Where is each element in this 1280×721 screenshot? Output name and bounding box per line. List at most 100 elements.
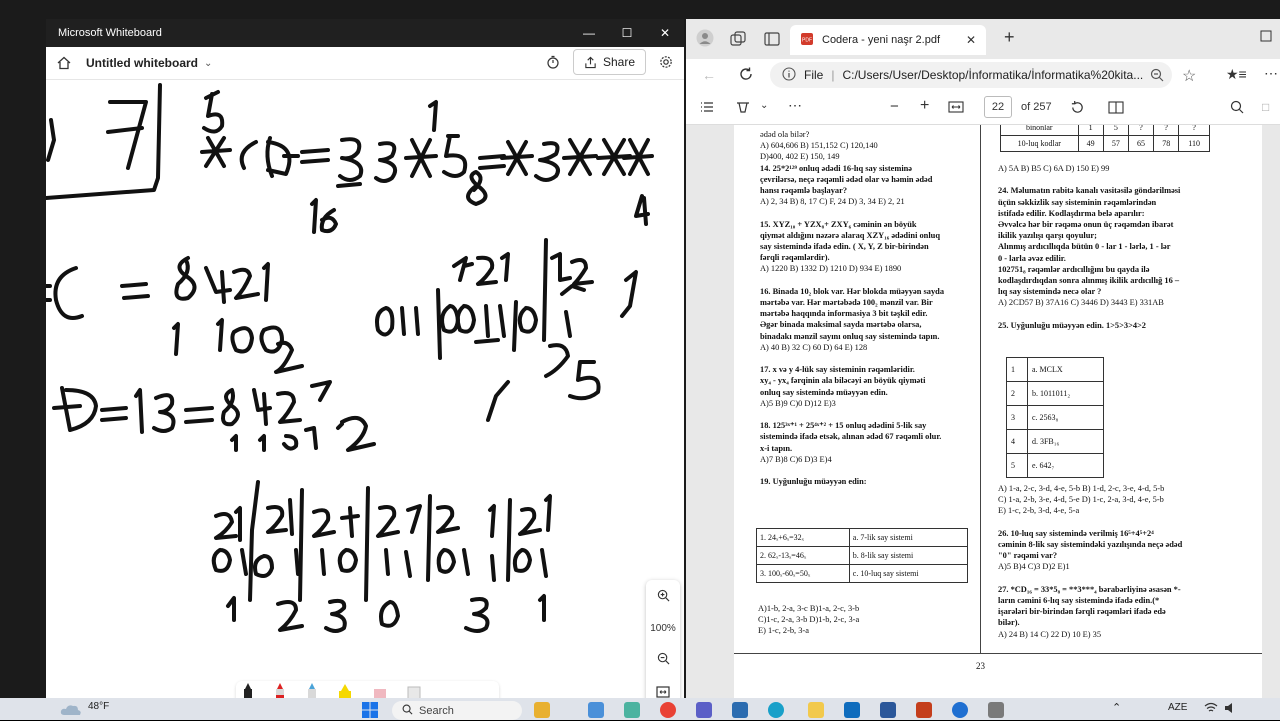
pdf-viewport[interactable]: ədəd ola bilər? A) 604,606 B) 151,152 C) … xyxy=(686,125,1280,698)
pen-black-icon[interactable] xyxy=(244,683,252,698)
pdf-text-line: 24. Məlumatın rabitə kanalı vasitəsilə g… xyxy=(998,186,1181,196)
table-cell: ? xyxy=(1153,125,1180,136)
draw-chevron-icon[interactable]: ⌄ xyxy=(760,100,768,111)
table-row: 2. 62ₓ-13ₓ=46ₓ b. 8-lik say sistemi xyxy=(756,546,969,565)
teams-app-icon[interactable] xyxy=(696,702,712,718)
page-number-input[interactable]: 22 xyxy=(984,96,1012,118)
zoom-out-icon[interactable] xyxy=(657,652,670,668)
pdf-toolbar: ⌄ ⋯ − + 22 of 257 □ xyxy=(686,91,1280,125)
table-cell: ? xyxy=(1127,125,1155,136)
draw-icon[interactable] xyxy=(736,100,750,117)
weather-temp[interactable]: 48°F xyxy=(88,701,109,712)
start-icon[interactable] xyxy=(362,702,378,718)
profile-icon[interactable] xyxy=(696,29,714,52)
table-cell: d. 3FB₁₆ xyxy=(1026,429,1105,454)
wifi-icon[interactable] xyxy=(1204,702,1218,717)
tab-pdf[interactable]: PDF Codera - yeni naşr 2.pdf ✕ xyxy=(790,25,986,55)
whiteboard-titlebar: Microsoft Whiteboard — ☐ ✕ xyxy=(46,19,684,47)
maximize-icon[interactable]: ☐ xyxy=(608,19,646,47)
app-icon[interactable] xyxy=(916,702,932,718)
pdf-text-line: 14. 25*2¹²⁹ onluq ədədi 16-lıq say siste… xyxy=(760,163,913,173)
whiteboard-canvas[interactable]: 100% xyxy=(46,80,684,698)
pdf-more-icon[interactable]: ⋯ xyxy=(788,97,802,114)
close-icon[interactable]: ✕ xyxy=(646,19,684,47)
minimize-icon[interactable]: — xyxy=(570,19,608,47)
workspaces-icon[interactable] xyxy=(730,31,746,52)
address-bar[interactable]: File | C:/Users/User/Desktop/İnformatika… xyxy=(770,62,1172,88)
files-app-icon[interactable] xyxy=(588,702,604,718)
board-name[interactable]: Untitled whiteboard xyxy=(86,56,198,70)
chrome-app-icon[interactable] xyxy=(660,702,676,718)
table-cell: a. MCLX xyxy=(1026,357,1105,382)
pdf-right-answers: A) 1-a, 2-c, 3-d, 4-e, 5-b B) 1-d, 2-c, … xyxy=(998,483,1258,640)
edge-app-icon[interactable] xyxy=(768,702,784,718)
zoom-page-icon[interactable] xyxy=(1150,68,1164,87)
contents-icon[interactable] xyxy=(700,101,714,116)
zoom-in-icon[interactable] xyxy=(657,589,670,605)
url-separator: | xyxy=(831,68,835,82)
table-cell: 57 xyxy=(1102,135,1129,152)
settings-app-icon[interactable] xyxy=(988,702,1004,718)
tray-chevron-icon[interactable]: ⌃ xyxy=(1112,701,1121,714)
copilot-app-icon[interactable] xyxy=(624,702,640,718)
refresh-icon[interactable] xyxy=(738,66,754,87)
table-cell: binonlar xyxy=(1000,125,1079,136)
maximize-browser-icon[interactable] xyxy=(1260,29,1272,47)
chevron-down-icon[interactable]: ⌄ xyxy=(204,58,212,69)
explorer-app-icon[interactable] xyxy=(808,702,824,718)
pdf-text-line: 27. *CD₁₆ = 33*5₈ = **3***₄ bərabərliyin… xyxy=(998,584,1181,594)
browser-window: PDF Codera - yeni naşr 2.pdf ✕ + ← File … xyxy=(686,19,1280,698)
pen-blue-icon[interactable] xyxy=(308,683,316,698)
favorite-star-icon[interactable]: ☆ xyxy=(1182,66,1196,86)
zoom-in-pdf-icon[interactable]: + xyxy=(920,97,929,115)
gear-icon[interactable] xyxy=(654,50,678,74)
url-text: C:/Users/User/Desktop/İnformatika/İnform… xyxy=(842,68,1144,82)
pdf-text-line: 19. Uyğunluğu müəyyən edin: xyxy=(760,477,867,487)
zoom-out-pdf-icon[interactable]: − xyxy=(890,98,899,115)
ruler-icon[interactable] xyxy=(407,686,421,698)
share-button[interactable]: Share xyxy=(572,49,646,75)
pdf-text-line: kodlaşdırdıqdan sonra alınmış ikilik ard… xyxy=(998,276,1180,286)
page-view-icon[interactable] xyxy=(1108,101,1124,117)
close-tab-icon[interactable]: ✕ xyxy=(966,33,976,47)
svg-text:PDF: PDF xyxy=(802,37,812,43)
pdf-text-line: çevrilərsə, neçə rəqəmli ədəd olar və hə… xyxy=(760,174,933,184)
pdf-left-answers: A)1-b, 2-a, 3-c B)1-a, 2-c, 3-b C)1-c, 2-… xyxy=(758,603,978,637)
search-pdf-icon[interactable] xyxy=(1230,100,1244,117)
keyboard-language[interactable]: AZE xyxy=(1168,702,1187,713)
desktop: Microsoft Whiteboard — ☐ ✕ Untitled whit… xyxy=(0,0,1280,720)
new-tab-icon[interactable]: + xyxy=(1004,27,1015,48)
back-icon[interactable]: ← xyxy=(702,67,716,83)
whiteboard-window: Microsoft Whiteboard — ☐ ✕ Untitled whit… xyxy=(46,19,684,698)
word-app-icon[interactable] xyxy=(880,702,896,718)
tab-actions-icon[interactable] xyxy=(764,31,780,52)
highlighter-yellow-icon[interactable] xyxy=(339,684,351,698)
timer-icon[interactable] xyxy=(541,50,565,74)
table-row: 5 e. 642₇ xyxy=(1006,453,1105,478)
favorites-icon[interactable]: ★≡ xyxy=(1226,66,1247,83)
taskbar-search[interactable]: Search xyxy=(392,701,522,720)
fit-width-icon[interactable] xyxy=(948,101,964,116)
outlook-app-icon[interactable] xyxy=(844,702,860,718)
weather-icon[interactable] xyxy=(60,702,82,719)
pdf-text-line: A) 2CD57 B) 37A16 C) 3446 D) 3443 E) 331… xyxy=(998,298,1164,308)
eraser-icon[interactable] xyxy=(374,689,386,698)
widgets-app-icon[interactable] xyxy=(534,702,550,718)
browser-more-icon[interactable]: ⋯ xyxy=(1264,65,1278,82)
info-icon[interactable] xyxy=(782,66,796,84)
save-icon[interactable]: □ xyxy=(1262,100,1269,114)
bluetooth-app-icon[interactable] xyxy=(952,702,968,718)
whiteboard-app-icon[interactable] xyxy=(732,702,748,718)
pdf-text-line: qiymət aldığını nəzərə alaraq XZY₁₆ ədəd… xyxy=(760,230,940,240)
volume-icon[interactable] xyxy=(1224,702,1238,717)
fit-to-screen-icon[interactable] xyxy=(656,686,670,698)
address-bar-row: ← File | C:/Users/User/Desktop/İnformati… xyxy=(686,59,1280,91)
pen-red-icon[interactable] xyxy=(276,683,284,698)
rotate-icon[interactable] xyxy=(1070,100,1085,118)
pdf-text-line: A)5 B)9 C)0 D)12 E)3 xyxy=(760,398,836,408)
table-cell: ? xyxy=(1178,125,1210,136)
home-icon[interactable] xyxy=(48,47,80,79)
table-cell: b. 8-lik say sistemi xyxy=(848,546,969,565)
pdf-text-line: istifadə edilir. Kodlaşdırma belə aparıl… xyxy=(998,208,1145,218)
table-q25: 1 a. MCLX 2 b. 1011011₂ 3 c. 2563₈ 4 d. 3FB₁₆ 5 e… xyxy=(1006,357,1105,478)
